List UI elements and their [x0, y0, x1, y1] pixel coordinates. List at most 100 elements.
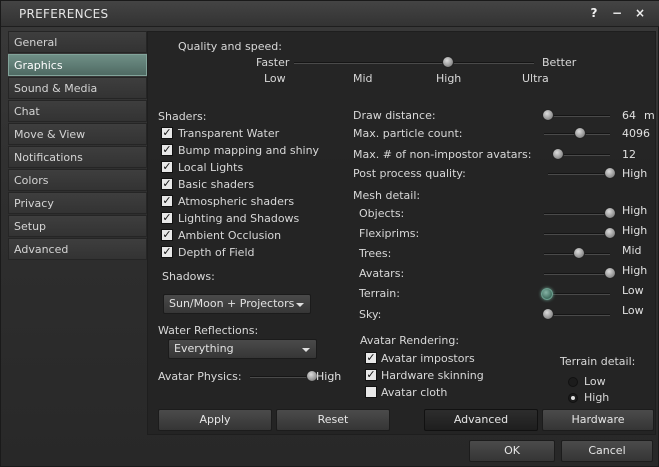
water-reflections-combo[interactable]: Everything [168, 339, 317, 359]
avatar-physics-label: Avatar Physics: [158, 370, 242, 383]
faster-label: Faster [256, 56, 290, 69]
mesh-sky-value: Low [622, 304, 644, 317]
post-process-label: Post process quality: [353, 167, 466, 180]
mesh-sky-label: Sky: [359, 308, 382, 321]
tab-advanced[interactable]: Advanced [8, 238, 147, 260]
transparent-water-checkbox[interactable]: ✓ [161, 127, 173, 139]
particle-count-value: 4096 [622, 127, 650, 140]
preferences-window: PREFERENCES ? − × General Graphics Sound… [0, 0, 659, 467]
max-avatars-value: 12 [622, 148, 636, 161]
atmospheric-shaders-checkbox[interactable]: ✓ [161, 195, 173, 207]
tab-label: General [14, 36, 58, 49]
title-bar[interactable]: PREFERENCES ? − × [1, 1, 659, 27]
tab-colors[interactable]: Colors [8, 169, 147, 191]
mesh-flexiprims-track[interactable] [544, 233, 610, 235]
draw-distance-value: 64 [622, 109, 636, 122]
tab-privacy[interactable]: Privacy [8, 192, 147, 214]
avatar-physics-value: High [316, 370, 342, 383]
tab-general[interactable]: General [8, 31, 147, 53]
water-reflections-value: Everything [174, 342, 234, 355]
max-avatars-knob[interactable] [552, 148, 564, 160]
tab-label: Graphics [14, 59, 63, 72]
shadows-label: Shadows: [162, 270, 215, 283]
mesh-avatars-value: High [622, 264, 648, 277]
basic-shaders-label: Basic shaders [178, 178, 255, 191]
particle-count-knob[interactable] [574, 127, 586, 139]
tab-graphics[interactable]: Graphics [8, 54, 147, 76]
quality-slider-track[interactable] [294, 62, 534, 64]
avatar-impostors-checkbox[interactable]: ✓ [365, 352, 377, 364]
chevron-down-icon [296, 303, 304, 307]
tab-label: Notifications [14, 151, 83, 164]
draw-distance-unit: m [644, 109, 655, 122]
mesh-trees-knob[interactable] [573, 247, 585, 259]
quality-slider-knob[interactable] [442, 56, 454, 68]
mesh-flexiprims-value: High [622, 224, 648, 237]
bump-mapping-label: Bump mapping and shiny [178, 144, 320, 157]
avatar-cloth-checkbox[interactable] [365, 386, 377, 398]
tab-setup[interactable]: Setup [8, 215, 147, 237]
terrain-detail-low-label: Low [584, 375, 606, 388]
quality-tick-high: High [436, 72, 462, 85]
ok-button[interactable]: OK [469, 440, 555, 462]
hardware-button[interactable]: Hardware [542, 409, 654, 431]
advanced-button[interactable]: Advanced [424, 409, 538, 431]
transparent-water-label: Transparent Water [178, 127, 280, 140]
mesh-terrain-track[interactable] [544, 293, 610, 295]
post-process-knob[interactable] [604, 167, 616, 179]
mesh-avatars-track[interactable] [544, 273, 610, 275]
depth-of-field-label: Depth of Field [178, 246, 255, 259]
tab-move-view[interactable]: Move & View [8, 123, 147, 145]
terrain-detail-label: Terrain detail: [560, 355, 636, 368]
cancel-button[interactable]: Cancel [561, 440, 653, 462]
tab-label: Advanced [14, 243, 69, 256]
reset-button[interactable]: Reset [276, 409, 390, 431]
mesh-terrain-value: Low [622, 284, 644, 297]
atmospheric-shaders-label: Atmospheric shaders [178, 195, 295, 208]
mesh-terrain-label: Terrain: [359, 287, 400, 300]
mesh-sky-knob[interactable] [542, 308, 554, 320]
particle-count-label: Max. particle count: [353, 127, 463, 140]
tab-label: Move & View [14, 128, 86, 141]
post-process-track[interactable] [548, 173, 610, 175]
avatar-physics-track[interactable] [250, 376, 312, 378]
bump-mapping-checkbox[interactable]: ✓ [161, 144, 173, 156]
draw-distance-label: Draw distance: [353, 109, 436, 122]
mesh-avatars-knob[interactable] [604, 267, 616, 279]
graphics-panel: Quality and speed: Faster Better Low Mid… [147, 31, 656, 435]
terrain-detail-low-radio[interactable] [568, 377, 578, 387]
hardware-skinning-checkbox[interactable]: ✓ [365, 369, 377, 381]
tab-sound-media[interactable]: Sound & Media [8, 77, 147, 99]
mesh-terrain-knob[interactable] [541, 288, 553, 300]
chevron-down-icon [302, 348, 310, 352]
tab-chat[interactable]: Chat [8, 100, 147, 122]
shadows-combo[interactable]: Sun/Moon + Projectors [163, 294, 311, 314]
minimize-icon[interactable]: − [610, 6, 624, 20]
post-process-value: High [622, 167, 648, 180]
depth-of-field-checkbox[interactable]: ✓ [161, 246, 173, 258]
lighting-shadows-checkbox[interactable]: ✓ [161, 212, 173, 224]
mesh-flexiprims-knob[interactable] [604, 227, 616, 239]
tab-label: Chat [14, 105, 40, 118]
draw-distance-knob[interactable] [542, 109, 554, 121]
help-icon[interactable]: ? [587, 6, 601, 20]
mesh-objects-knob[interactable] [604, 207, 616, 219]
mesh-objects-track[interactable] [544, 213, 610, 215]
local-lights-checkbox[interactable]: ✓ [161, 161, 173, 173]
quality-tick-mid: Mid [353, 72, 373, 85]
avatar-cloth-label: Avatar cloth [381, 386, 448, 399]
window-title: PREFERENCES [19, 7, 109, 21]
basic-shaders-checkbox[interactable]: ✓ [161, 178, 173, 190]
water-reflections-label: Water Reflections: [158, 324, 259, 337]
mesh-avatars-label: Avatars: [359, 267, 405, 280]
terrain-detail-high-radio[interactable] [568, 393, 578, 403]
terrain-detail-high-label: High [584, 391, 610, 404]
ambient-occlusion-checkbox[interactable]: ✓ [161, 229, 173, 241]
close-icon[interactable]: × [633, 6, 647, 20]
mesh-objects-label: Objects: [359, 207, 405, 220]
apply-button[interactable]: Apply [158, 409, 272, 431]
local-lights-label: Local Lights [178, 161, 244, 174]
tab-notifications[interactable]: Notifications [8, 146, 147, 168]
hardware-skinning-label: Hardware skinning [381, 369, 484, 382]
tab-label: Privacy [14, 197, 54, 210]
